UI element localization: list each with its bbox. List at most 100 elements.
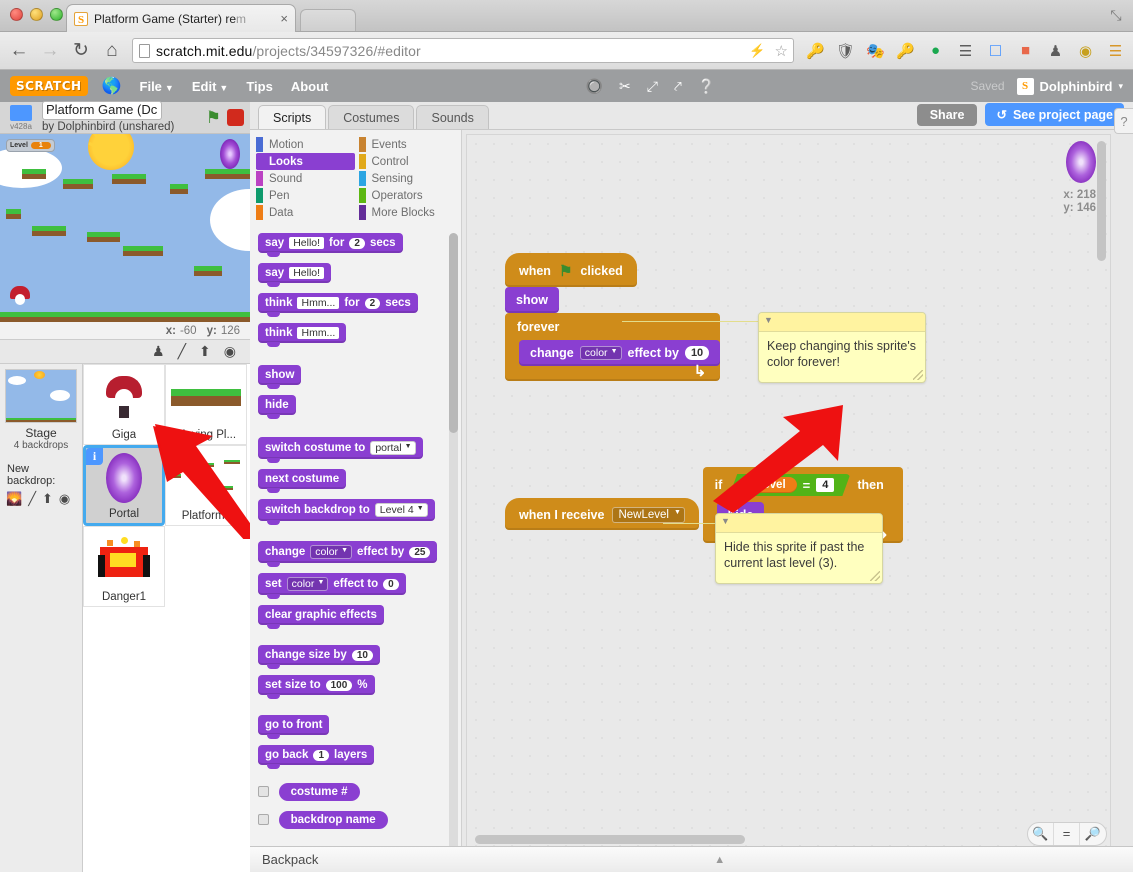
variable-watcher-level[interactable]: Level 1 — [6, 139, 55, 152]
block-text-input[interactable]: Hmm... — [297, 327, 340, 339]
category-data[interactable]: Data — [256, 204, 355, 221]
palette-block-go-back-layers[interactable]: go back 1 layers — [258, 745, 375, 769]
palette-block-show[interactable]: show — [258, 365, 302, 389]
help-icon[interactable]: ❔ — [698, 78, 715, 95]
palette-block-think[interactable]: think Hmm... — [258, 323, 347, 347]
maximize-window-button[interactable] — [50, 8, 63, 21]
upload-sprite-icon[interactable]: ⬆ — [199, 343, 211, 360]
palette-block-say-for-secs[interactable]: say Hello! for 2 secs — [258, 233, 403, 257]
block-dropdown[interactable]: color — [579, 346, 622, 360]
see-project-page-button[interactable]: ↺ See project page — [985, 103, 1124, 126]
block-num-input[interactable]: 10 — [351, 649, 373, 661]
block-num-input[interactable]: 10 — [684, 346, 710, 360]
paint-sprite-icon[interactable]: ╱ — [178, 343, 186, 360]
bookmark-star-icon[interactable]: ☆ — [775, 42, 788, 60]
new-tab-button[interactable] — [300, 9, 356, 31]
sprite-item-moving-platform[interactable]: Moving Pl... — [165, 364, 247, 445]
screenshot-icon[interactable]: ☐ — [986, 41, 1005, 60]
close-window-button[interactable] — [10, 8, 23, 21]
minimize-window-button[interactable] — [30, 8, 43, 21]
backpack-bar[interactable]: Backpack ▲ — [250, 846, 1133, 872]
ninja-icon[interactable]: ♟ — [1046, 41, 1065, 60]
palette-block-clear-effects[interactable]: clear graphic effects — [258, 605, 384, 629]
green-flag-icon[interactable]: ⚑ — [206, 108, 221, 128]
zoom-out-icon[interactable]: 🔍 — [1028, 823, 1054, 845]
palette-block-go-to-front[interactable]: go to front — [258, 715, 330, 739]
block-dropdown[interactable]: color — [286, 577, 329, 591]
palette-block-switch-costume[interactable]: switch costume to portal — [258, 437, 423, 463]
sprite-item-danger1[interactable]: Danger1 — [83, 526, 165, 607]
menu-edit[interactable]: Edit ▼ — [192, 79, 228, 94]
block-num-input[interactable]: 2 — [364, 297, 381, 309]
new-sprite-icon[interactable]: ♟ — [152, 343, 165, 360]
backpack-expand-caret[interactable]: ▲ — [318, 854, 1121, 866]
scissors-icon[interactable]: ✂ — [619, 78, 631, 95]
comment-hide-last-level[interactable]: Hide this sprite if past the current las… — [715, 513, 883, 585]
palette-block-set-effect[interactable]: set color effect to 0 — [258, 573, 406, 599]
canvas-vertical-scrollbar[interactable] — [1097, 141, 1106, 261]
block-dropdown[interactable]: portal — [370, 441, 416, 455]
reload-icon[interactable]: ↻ — [70, 39, 92, 62]
operator-equals[interactable]: Level = 4 — [729, 474, 850, 496]
menu-about[interactable]: About — [291, 79, 329, 94]
camera-sprite-icon[interactable]: ◉ — [224, 343, 236, 360]
block-when-green-flag-clicked[interactable]: when ⚑ clicked — [505, 253, 637, 287]
scratch-logo[interactable]: SCRATCH — [10, 76, 88, 96]
key2-icon[interactable]: 🔑 — [896, 41, 915, 60]
block-dropdown[interactable]: Level 4 — [374, 503, 428, 517]
user-menu[interactable]: S Dolphinbird ▾ — [1016, 77, 1123, 95]
block-when-i-receive[interactable]: when I receive NewLevel — [505, 498, 699, 530]
stop-button[interactable] — [227, 109, 244, 126]
category-motion[interactable]: Motion — [256, 136, 355, 153]
palette-block-say[interactable]: say Hello! — [258, 263, 332, 287]
upload-backdrop-icon[interactable]: ⬆ — [42, 491, 53, 507]
palette-block-change-effect[interactable]: change color effect by 25 — [258, 541, 438, 567]
k-icon[interactable]: ■ — [1016, 41, 1035, 60]
zoom-reset-icon[interactable]: = — [1054, 823, 1080, 845]
palette-scrollbar-thumb[interactable] — [449, 233, 458, 433]
block-num-input[interactable]: 0 — [383, 578, 399, 590]
tab-scripts[interactable]: Scripts — [258, 105, 327, 129]
reporter-checkbox-costume-number[interactable] — [258, 786, 269, 798]
palette-block-switch-backdrop[interactable]: switch backdrop to Level 4 — [258, 499, 435, 525]
stage-canvas[interactable]: Level 1 — [0, 134, 250, 322]
help-tab[interactable]: ? — [1114, 108, 1133, 134]
block-change-color-effect[interactable]: change color effect by 10 — [519, 340, 721, 366]
portal-sprite-on-stage[interactable] — [220, 139, 240, 169]
menu-tips[interactable]: Tips — [246, 79, 273, 94]
address-bar[interactable]: scratch.mit.edu/projects/34597326/#edito… — [132, 38, 794, 63]
small-stage-button[interactable]: v428a — [6, 104, 36, 131]
layers-icon[interactable]: ☰ — [956, 41, 975, 60]
block-num-input[interactable]: 2 — [349, 237, 365, 249]
home-icon[interactable]: ⌂ — [101, 40, 123, 62]
mask-icon[interactable]: 🎭 — [866, 41, 885, 60]
stamp-icon[interactable]: 🔘 — [586, 78, 603, 95]
palette-block-set-size[interactable]: set size to 100 % — [258, 675, 375, 699]
broadcast-dropdown[interactable]: NewLevel — [612, 507, 685, 523]
camera-backdrop-icon[interactable]: ◉ — [59, 491, 70, 507]
block-text-input[interactable]: Hello! — [289, 237, 325, 249]
palette-reporter-backdrop-name[interactable]: backdrop name — [278, 811, 388, 829]
paint-backdrop-icon[interactable]: ╱ — [28, 491, 36, 507]
back-icon[interactable]: ← — [8, 40, 30, 62]
block-show[interactable]: show — [505, 287, 559, 313]
comment-resize-grip[interactable] — [913, 370, 923, 381]
palette-reporter-costume-number[interactable]: costume # — [278, 783, 360, 801]
comment-collapse-bar[interactable] — [759, 313, 925, 332]
zoom-in-icon[interactable]: 🔎 — [1080, 823, 1106, 845]
shield-down-icon[interactable]: 🛡 — [836, 41, 855, 60]
green-chat-icon[interactable]: ● — [926, 41, 945, 60]
browser-tab[interactable]: S Platform Game (Starter) rem × — [66, 4, 296, 32]
block-text-input[interactable]: Hmm... — [297, 297, 340, 309]
forward-icon[interactable]: → — [39, 40, 61, 62]
category-events[interactable]: Events — [358, 136, 458, 153]
palette-block-think-for-secs[interactable]: think Hmm... for 2 secs — [258, 293, 418, 317]
project-title-input[interactable]: Platform Game (Dc — [42, 101, 162, 121]
operator-input[interactable]: 4 — [816, 478, 834, 492]
palette-block-next-costume[interactable]: next costume — [258, 469, 347, 493]
close-tab-icon[interactable]: × — [280, 11, 288, 26]
window-controls[interactable] — [10, 8, 63, 21]
category-operators[interactable]: Operators — [358, 187, 458, 204]
comment-resize-grip[interactable] — [870, 571, 880, 582]
block-num-input[interactable]: 25 — [409, 546, 431, 558]
